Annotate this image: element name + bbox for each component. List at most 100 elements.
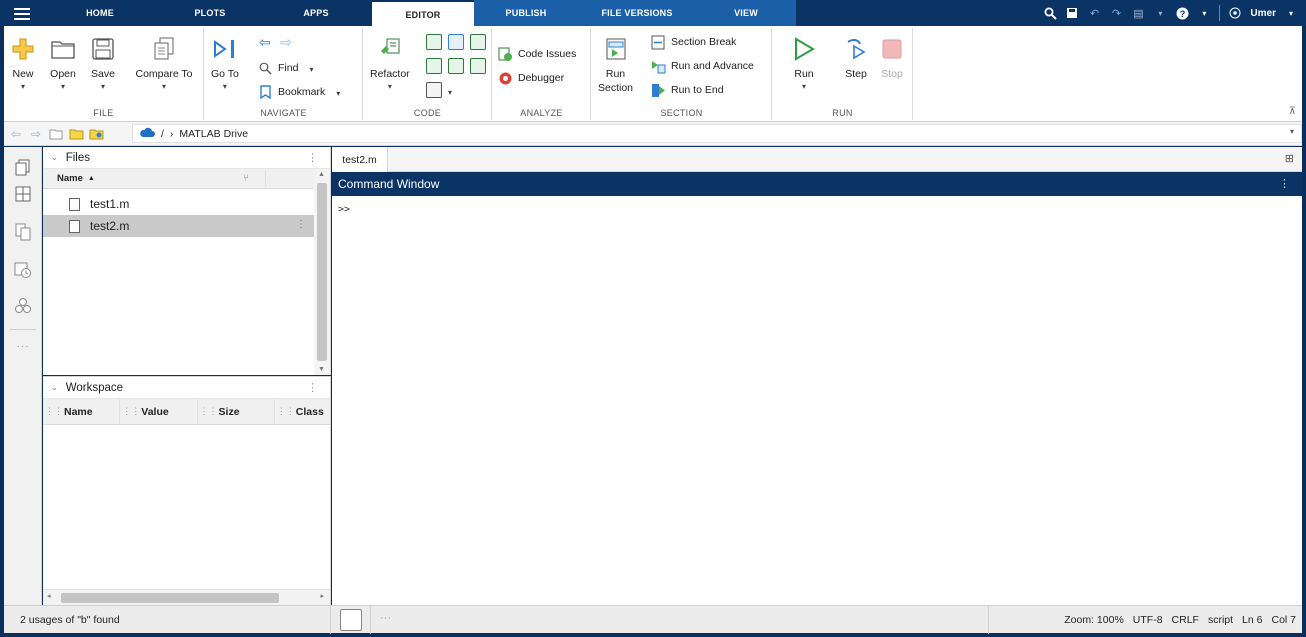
git-status-icon[interactable]: ⑂ [243, 173, 249, 184]
search-folder-icon[interactable] [88, 126, 104, 142]
status-line-ending[interactable]: CRLF [1172, 614, 1199, 626]
uncomment-icon[interactable] [448, 58, 464, 74]
tab-view[interactable]: VIEW [696, 0, 796, 26]
forward-arrow-icon[interactable]: ⇨ [278, 34, 294, 50]
files-column-header[interactable]: Name ▲ ⑂ [43, 169, 314, 189]
ws-col-class[interactable]: ⋮⋮ Class [275, 399, 330, 424]
code-issues-button[interactable]: Code Issues [497, 46, 576, 62]
collapse-chevron-icon[interactable]: ⌄ [51, 383, 58, 392]
scroll-left-icon[interactable]: ◂ [47, 592, 51, 600]
scroll-right-icon[interactable]: ▸ [320, 592, 324, 600]
smart-indent-icon[interactable] [426, 58, 442, 74]
sort-ascending-icon[interactable]: ▲ [88, 175, 95, 182]
path-chevron-icon[interactable]: › [170, 128, 174, 140]
scroll-down-icon[interactable]: ▼ [318, 366, 325, 373]
workspace-panel-header[interactable]: ⌄ Workspace [43, 377, 330, 399]
layout-icon[interactable]: ▤ [1131, 6, 1145, 20]
code-more-icon[interactable] [426, 82, 442, 98]
ws-col-value[interactable]: ⋮⋮ Value [120, 399, 198, 424]
up-folder-icon[interactable] [48, 126, 64, 142]
workspace-horizontal-scrollbar[interactable]: ◂ ▸ [43, 589, 330, 605]
path-matlab-drive[interactable]: MATLAB Drive [179, 128, 248, 140]
file-name[interactable]: test2.m [90, 219, 129, 233]
files-scroll-thumb[interactable] [317, 183, 327, 361]
compare-files-icon[interactable] [14, 223, 32, 241]
back-forward-nav[interactable]: ⇦ ⇨ [257, 34, 294, 50]
user-dropdown-icon[interactable]: ▾ [1284, 6, 1298, 20]
tab-apps[interactable]: APPS [278, 0, 354, 26]
row-more-icon[interactable]: ⋮ [296, 219, 306, 230]
scroll-up-icon[interactable]: ▲ [318, 171, 325, 178]
search-icon[interactable] [1043, 6, 1057, 20]
run-button[interactable]: Run ▾ [791, 36, 817, 91]
files-panel-header[interactable]: ⌄ Files [43, 147, 330, 169]
layout-dropdown-icon[interactable]: ▾ [1153, 6, 1167, 20]
compare-to-button[interactable]: Compare To ▾ [128, 36, 200, 91]
name-column-label[interactable]: Name [57, 173, 83, 184]
more-panels-icon[interactable]: ··· [14, 337, 32, 355]
status-zoom[interactable]: Zoom: 100% [1064, 614, 1124, 626]
refactor-button[interactable]: Refactor ▾ [370, 36, 410, 91]
account-icon[interactable] [1228, 6, 1242, 20]
status-panel-toggle-icon[interactable] [340, 609, 362, 631]
indent-icon[interactable] [448, 34, 464, 50]
command-window-menu-icon[interactable]: ⋮ [1279, 177, 1290, 190]
undo-icon[interactable]: ↶ [1087, 6, 1101, 20]
code-more-caret-icon[interactable]: ▾ [448, 88, 452, 97]
format-icon[interactable] [426, 34, 442, 50]
stop-button[interactable]: Stop [879, 36, 905, 80]
ws-col-name[interactable]: ⋮⋮ Name [43, 399, 121, 424]
wrap-comments-icon[interactable] [470, 58, 486, 74]
redo-icon[interactable]: ↷ [1109, 6, 1123, 20]
ws-col-size[interactable]: ⋮⋮ Size [198, 399, 275, 424]
command-history-icon[interactable] [14, 261, 32, 279]
hamburger-menu-icon[interactable] [14, 5, 30, 21]
file-name[interactable]: test1.m [90, 197, 129, 211]
tab-file-versions[interactable]: FILE VERSIONS [578, 0, 696, 26]
files-panel-menu-icon[interactable]: ⋮ [307, 151, 318, 164]
add-ons-icon[interactable] [14, 297, 32, 315]
command-prompt[interactable]: >> [338, 204, 350, 215]
nav-back-icon[interactable]: ⇦ [8, 126, 24, 142]
collapse-ribbon-icon[interactable]: ⊼ [1289, 106, 1296, 117]
go-to-button[interactable]: Go To ▾ [211, 36, 239, 91]
status-line[interactable]: Ln 6 [1242, 614, 1262, 626]
tab-publish[interactable]: PUBLISH [474, 0, 578, 26]
editor-tab-test2[interactable]: test2.m [332, 147, 388, 172]
help-dropdown-icon[interactable]: ▾ [1197, 6, 1211, 20]
back-arrow-icon[interactable]: ⇦ [257, 34, 273, 50]
files-vertical-scrollbar[interactable]: ▲ ▼ [314, 169, 330, 375]
nav-forward-icon[interactable]: ⇨ [28, 126, 44, 142]
file-row-test2[interactable]: test2.m ⋮ [43, 215, 314, 237]
comment-icon[interactable] [470, 34, 486, 50]
tab-editor[interactable]: EDITOR [372, 0, 474, 26]
bookmark-button[interactable]: Bookmark ▾ [257, 84, 340, 100]
file-row-test1[interactable]: test1.m [43, 193, 314, 215]
path-field[interactable]: / › MATLAB Drive [132, 124, 1302, 143]
tab-plots[interactable]: PLOTS [170, 0, 250, 26]
workspace-scroll-thumb[interactable] [61, 593, 279, 603]
browse-folder-icon[interactable] [68, 126, 84, 142]
command-window-header[interactable]: Command Window [332, 172, 1302, 196]
new-button[interactable]: New ▾ [10, 36, 36, 91]
address-dropdown-icon[interactable]: ▾ [1290, 127, 1294, 136]
help-icon[interactable]: ? [1175, 6, 1189, 20]
user-name[interactable]: Umer [1250, 8, 1276, 19]
run-to-end-button[interactable]: Run to End [650, 82, 724, 98]
save-icon[interactable] [1065, 6, 1079, 20]
save-button[interactable]: Save ▾ [90, 36, 116, 91]
tab-home[interactable]: HOME [64, 0, 136, 26]
workspace-panel-menu-icon[interactable]: ⋮ [307, 381, 318, 394]
status-encoding[interactable]: UTF-8 [1133, 614, 1163, 626]
collapse-chevron-icon[interactable]: ⌄ [51, 153, 58, 162]
workspace-panel-icon[interactable] [14, 185, 32, 203]
command-window[interactable]: Command Window ⋮ >> [332, 172, 1302, 605]
find-button[interactable]: Find ▾ [257, 60, 313, 76]
path-root-separator[interactable]: / [161, 128, 164, 140]
run-section-button[interactable]: Run Section [598, 36, 633, 94]
status-more-icon[interactable]: ··· [380, 612, 391, 624]
files-panel-icon[interactable] [14, 159, 32, 177]
run-and-advance-button[interactable]: Run and Advance [650, 58, 754, 74]
step-button[interactable]: Step [843, 36, 869, 80]
debugger-button[interactable]: Debugger [497, 70, 564, 86]
